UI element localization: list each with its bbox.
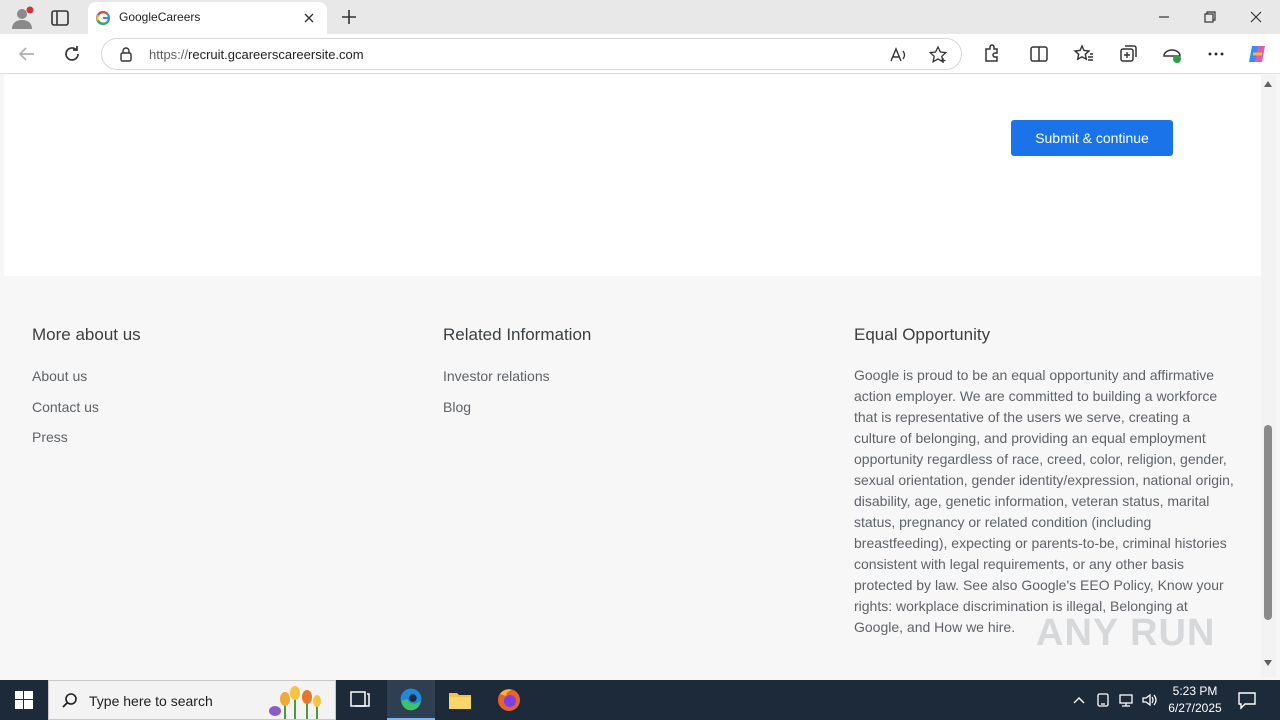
clock-time: 5:23 PM (1172, 684, 1218, 698)
footer-related-information: Related Information Investor relations B… (443, 325, 803, 525)
edge-browser-icon[interactable] (387, 680, 435, 720)
about-us-link[interactable]: About us (32, 368, 87, 384)
url-scheme: https:// (149, 47, 189, 62)
notifications-icon[interactable] (1236, 690, 1258, 710)
profile-icon[interactable] (10, 6, 34, 30)
blog-link[interactable]: Blog (443, 399, 471, 415)
extensions-icon[interactable] (980, 43, 1002, 65)
equal-opportunity-text: Google is proud to be an equal opportuni… (854, 367, 1234, 635)
search-icon (62, 693, 77, 708)
read-aloud-icon[interactable] (888, 45, 908, 65)
site-info-icon[interactable] (118, 46, 134, 62)
address-bar[interactable]: https://recruit.gcareerscareersite.com (101, 38, 962, 70)
add-favorite-icon[interactable] (928, 45, 948, 65)
footer-heading: Equal Opportunity (854, 325, 991, 344)
refresh-icon[interactable] (61, 43, 83, 65)
scrollbar-thumb[interactable] (1264, 425, 1272, 620)
more-options-icon[interactable] (1205, 43, 1227, 65)
volume-icon[interactable] (1141, 691, 1159, 709)
scroll-up-arrow-icon[interactable] (1264, 81, 1272, 87)
split-screen-icon[interactable] (1028, 43, 1050, 65)
tab-googlecareers[interactable]: GoogleCareers (88, 2, 327, 34)
clock-date: 6/27/2025 (1168, 701, 1222, 715)
anyrun-watermark: ANY RUN (1036, 612, 1216, 654)
page-viewport: Submit & continue More about us About us… (4, 75, 1261, 677)
browser-toolbar: https://recruit.gcareerscareersite.com (0, 34, 1280, 74)
tab-actions-icon[interactable] (48, 6, 72, 30)
submit-continue-button[interactable]: Submit & continue (1011, 120, 1173, 156)
copilot-icon[interactable] (1246, 43, 1268, 65)
restore-icon[interactable] (1200, 8, 1220, 26)
footer-more-about-us: More about us About us Contact us Press (32, 325, 392, 525)
new-tab-icon[interactable] (338, 6, 360, 28)
press-link[interactable]: Press (32, 429, 68, 445)
taskbar-clock[interactable]: 5:23 PM 6/27/2025 (1168, 683, 1222, 717)
url-host: recruit.gcareerscareersite.com (188, 47, 364, 62)
search-placeholder: Type here to search (89, 693, 213, 709)
google-favicon-icon (96, 11, 110, 25)
url-text[interactable]: https://recruit.gcareerscareersite.com (149, 47, 364, 62)
minimize-icon[interactable] (1154, 8, 1174, 26)
investor-relations-link[interactable]: Investor relations (443, 368, 550, 384)
taskbar-search-box[interactable]: Type here to search (48, 680, 336, 720)
tulips-illustration-icon (269, 686, 321, 719)
windows-start-icon[interactable] (0, 680, 48, 720)
footer-heading: More about us (32, 325, 141, 344)
file-explorer-icon[interactable] (436, 680, 484, 720)
windows-taskbar: Type here to search 5:23 PM 6/27/2025 (0, 680, 1280, 720)
tab-title: GoogleCareers (119, 10, 201, 24)
back-arrow-icon[interactable] (16, 43, 38, 65)
firefox-icon[interactable] (485, 680, 533, 720)
close-icon[interactable] (300, 9, 318, 27)
network-icon[interactable] (1117, 691, 1135, 709)
collections-icon[interactable] (1117, 43, 1139, 65)
meet-now-icon[interactable] (1094, 691, 1112, 709)
favorites-icon[interactable] (1073, 43, 1095, 65)
footer-heading: Related Information (443, 325, 592, 344)
chevron-up-icon[interactable] (1070, 691, 1088, 709)
form-area: Submit & continue (4, 75, 1261, 276)
browser-essentials-icon[interactable] (1161, 43, 1183, 65)
contact-us-link[interactable]: Contact us (32, 399, 99, 415)
browser-tab-bar: GoogleCareers (0, 0, 1280, 34)
page-scrollbar[interactable] (1261, 75, 1276, 677)
window-close-icon[interactable] (1246, 8, 1266, 26)
task-view-icon[interactable] (336, 680, 384, 720)
scroll-down-arrow-icon[interactable] (1264, 660, 1272, 666)
